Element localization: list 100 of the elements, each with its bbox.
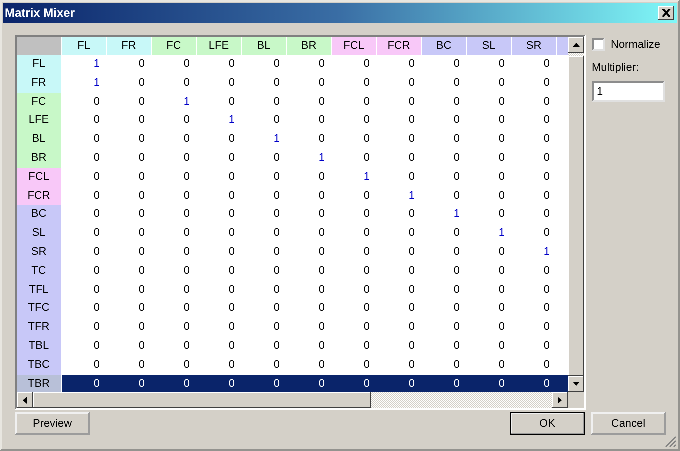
row-header[interactable]: TFC — [17, 299, 61, 318]
matrix-cell[interactable]: 0 — [332, 280, 377, 300]
matrix-cell[interactable]: 0 — [152, 186, 197, 206]
matrix-cell[interactable]: 0 — [512, 92, 557, 112]
matrix-cell[interactable]: 0 — [62, 318, 107, 337]
dialog-button[interactable]: Preview — [15, 412, 90, 435]
matrix-cell[interactable]: 1 — [62, 55, 107, 74]
matrix-cell[interactable]: 0 — [512, 168, 557, 187]
matrix-cell[interactable]: 0 — [242, 74, 287, 93]
matrix-cell[interactable]: 0 — [197, 205, 242, 224]
row-header[interactable]: TBC — [17, 356, 61, 375]
matrix-cell[interactable]: 0 — [242, 168, 287, 187]
matrix-cell[interactable]: 0 — [242, 148, 287, 168]
matrix-cell[interactable]: 0 — [62, 374, 107, 392]
column-header[interactable]: SR — [512, 37, 556, 55]
matrix-cell[interactable]: 0 — [287, 168, 332, 187]
matrix-cell[interactable]: 0 — [197, 336, 242, 356]
matrix-cell[interactable]: 1 — [422, 205, 467, 224]
matrix-cell[interactable]: 0 — [107, 280, 152, 300]
matrix-cell[interactable]: 1 — [152, 92, 197, 112]
matrix-cell[interactable]: 0 — [242, 205, 287, 224]
matrix-cell[interactable]: 0 — [377, 130, 422, 149]
matrix-cell[interactable]: 1 — [197, 111, 242, 130]
matrix-cell[interactable]: 0 — [242, 374, 287, 392]
matrix-cell[interactable]: 0 — [422, 262, 467, 281]
matrix-cell[interactable]: 0 — [107, 242, 152, 262]
matrix-cell[interactable]: 0 — [332, 299, 377, 318]
matrix-cell[interactable]: 0 — [332, 186, 377, 206]
row-header[interactable]: TBL — [17, 336, 61, 356]
matrix-cell[interactable]: 0 — [287, 242, 332, 262]
matrix-cell[interactable]: 0 — [467, 336, 512, 356]
matrix-cell[interactable]: 0 — [422, 92, 467, 112]
matrix-cell[interactable]: 0 — [107, 205, 152, 224]
matrix-cell[interactable]: 0 — [242, 336, 287, 356]
row-header[interactable]: TBR — [17, 374, 61, 392]
row-header[interactable]: LFE — [17, 111, 61, 130]
matrix-cell[interactable]: 0 — [467, 92, 512, 112]
matrix-cell[interactable]: 0 — [422, 356, 467, 375]
row-header[interactable]: BL — [17, 130, 61, 149]
matrix-cell[interactable]: 0 — [62, 356, 107, 375]
matrix-cell[interactable]: 0 — [152, 224, 197, 243]
matrix-cell[interactable]: 0 — [287, 224, 332, 243]
matrix-cell[interactable]: 0 — [332, 318, 377, 337]
matrix-cell[interactable]: 0 — [197, 55, 242, 74]
matrix-cell[interactable]: 0 — [197, 318, 242, 337]
matrix-cell[interactable]: 0 — [287, 356, 332, 375]
matrix-cell[interactable]: 0 — [287, 299, 332, 318]
matrix-cell[interactable]: 0 — [377, 148, 422, 168]
matrix-cell[interactable]: 0 — [332, 55, 377, 74]
normalize-checkbox[interactable] — [592, 38, 605, 51]
matrix-cell[interactable]: 0 — [332, 148, 377, 168]
matrix-cell[interactable]: 0 — [467, 242, 512, 262]
matrix-cell[interactable]: 0 — [242, 318, 287, 337]
matrix-cell[interactable]: 0 — [377, 336, 422, 356]
matrix-cell[interactable]: 0 — [107, 299, 152, 318]
matrix-cell[interactable]: 0 — [62, 262, 107, 281]
matrix-cell[interactable]: 0 — [467, 111, 512, 130]
matrix-cell[interactable]: 0 — [107, 262, 152, 281]
matrix-cell[interactable]: 1 — [287, 148, 332, 168]
matrix-cell[interactable]: 0 — [152, 168, 197, 187]
matrix-cell[interactable]: 0 — [152, 242, 197, 262]
scroll-up-button[interactable] — [568, 37, 584, 53]
matrix-cell[interactable]: 0 — [197, 280, 242, 300]
matrix-cell[interactable]: 0 — [107, 130, 152, 149]
matrix-cell[interactable]: 1 — [62, 74, 107, 93]
matrix-cell[interactable]: 0 — [107, 186, 152, 206]
matrix-cell[interactable]: 0 — [467, 280, 512, 300]
scroll-left-button[interactable] — [17, 392, 33, 408]
matrix-cell[interactable]: 0 — [242, 224, 287, 243]
matrix-cell[interactable]: 0 — [62, 242, 107, 262]
row-header[interactable]: TFR — [17, 318, 61, 337]
matrix-cell[interactable]: 0 — [332, 224, 377, 243]
matrix-cell[interactable]: 0 — [242, 186, 287, 206]
matrix-cell[interactable]: 0 — [422, 336, 467, 356]
resize-grip-icon[interactable] — [665, 436, 677, 448]
multiplier-field[interactable]: 1 — [592, 81, 665, 102]
matrix-cell[interactable]: 0 — [422, 186, 467, 206]
matrix-cell[interactable]: 0 — [152, 205, 197, 224]
matrix-cell[interactable]: 0 — [197, 186, 242, 206]
matrix-cell[interactable]: 0 — [62, 205, 107, 224]
matrix-cell[interactable]: 0 — [512, 280, 557, 300]
row-header[interactable]: TFL — [17, 280, 61, 300]
matrix-cell[interactable]: 0 — [197, 92, 242, 112]
matrix-cell[interactable]: 0 — [422, 74, 467, 93]
matrix-cell[interactable]: 0 — [152, 374, 197, 392]
matrix-cell[interactable]: 0 — [107, 148, 152, 168]
matrix-cell[interactable]: 1 — [467, 224, 512, 243]
column-header[interactable]: BR — [287, 37, 331, 55]
matrix-cell[interactable]: 0 — [467, 205, 512, 224]
matrix-cell[interactable]: 0 — [377, 280, 422, 300]
matrix-cell[interactable]: 0 — [152, 356, 197, 375]
matrix-cell[interactable]: 0 — [62, 186, 107, 206]
matrix-cell[interactable]: 0 — [287, 280, 332, 300]
matrix-cell[interactable]: 0 — [62, 168, 107, 187]
matrix-cell[interactable]: 0 — [152, 299, 197, 318]
matrix-cell[interactable]: 0 — [242, 280, 287, 300]
matrix-cell[interactable]: 0 — [332, 74, 377, 93]
matrix-cell[interactable]: 0 — [197, 224, 242, 243]
close-button[interactable] — [658, 6, 674, 20]
matrix-cell[interactable]: 0 — [377, 299, 422, 318]
